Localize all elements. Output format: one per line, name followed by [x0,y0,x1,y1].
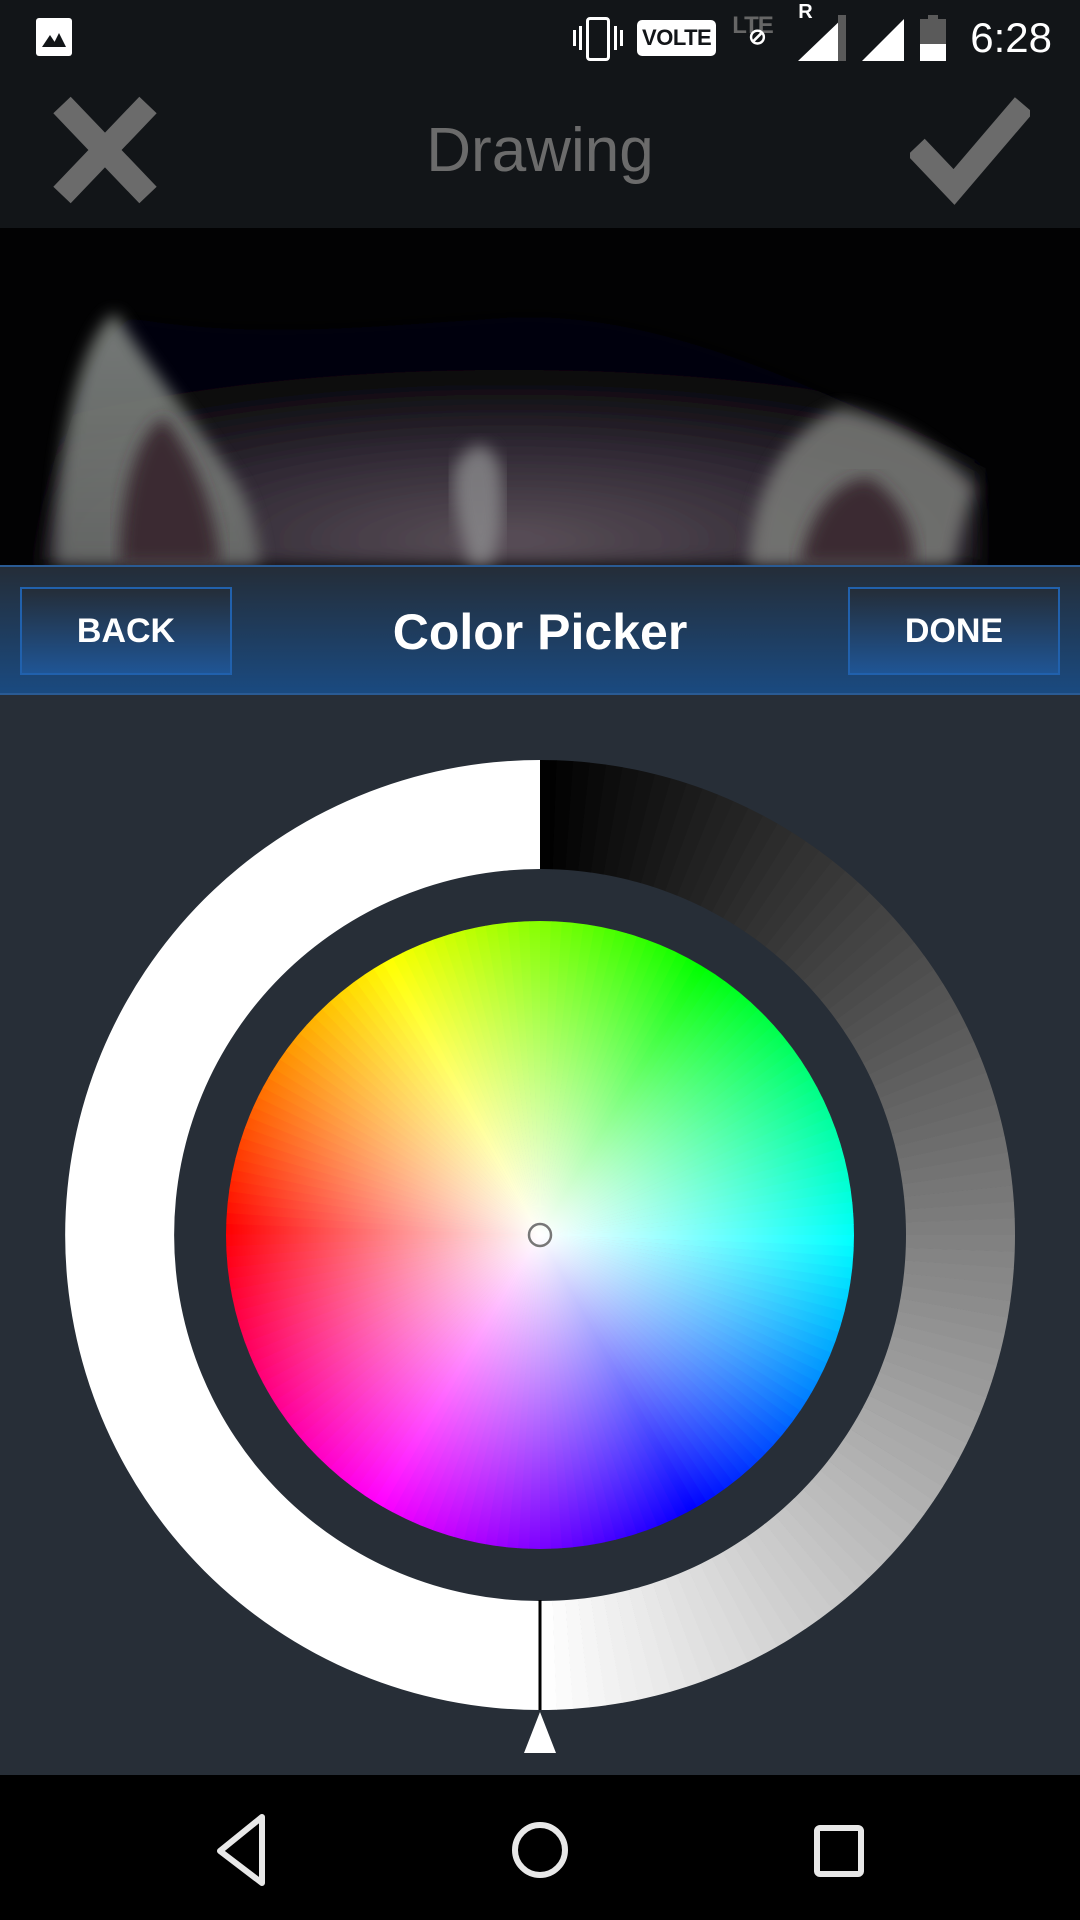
color-picker-graphic [65,760,1015,1753]
navigation-bar [0,1775,1080,1920]
color-picker-area [0,695,1080,1775]
volte-icon: VOLTE [637,19,717,56]
confirm-button[interactable] [907,95,1034,205]
nav-home-button[interactable] [485,1795,595,1905]
back-icon [217,1814,265,1886]
lte-icon: LTE ⊘ [732,11,774,49]
color-picker-header: BACK Color Picker DONE [0,565,1080,695]
check-icon [907,97,1034,205]
vibrate-icon [573,16,624,61]
roaming-signal-icon: R [798,1,847,61]
status-bar: VOLTE LTE ⊘ R 6:28 [0,0,1080,75]
home-icon [512,1822,568,1878]
battery-icon [920,14,947,61]
app-bar: Drawing [0,75,1080,228]
drawing-canvas-photo[interactable] [0,228,1080,565]
nav-recents-button[interactable] [785,1795,895,1905]
kitten-ears-photo [0,228,1080,565]
brightness-slider-handle[interactable] [524,1712,556,1753]
clock: 6:28 [970,13,1052,61]
done-button[interactable]: DONE [848,587,1060,675]
saturation-overlay [226,921,854,1549]
nav-back-button[interactable] [186,1795,296,1905]
recents-icon [814,1825,864,1877]
gallery-notification-icon [36,18,72,56]
signal-icon [862,18,905,61]
